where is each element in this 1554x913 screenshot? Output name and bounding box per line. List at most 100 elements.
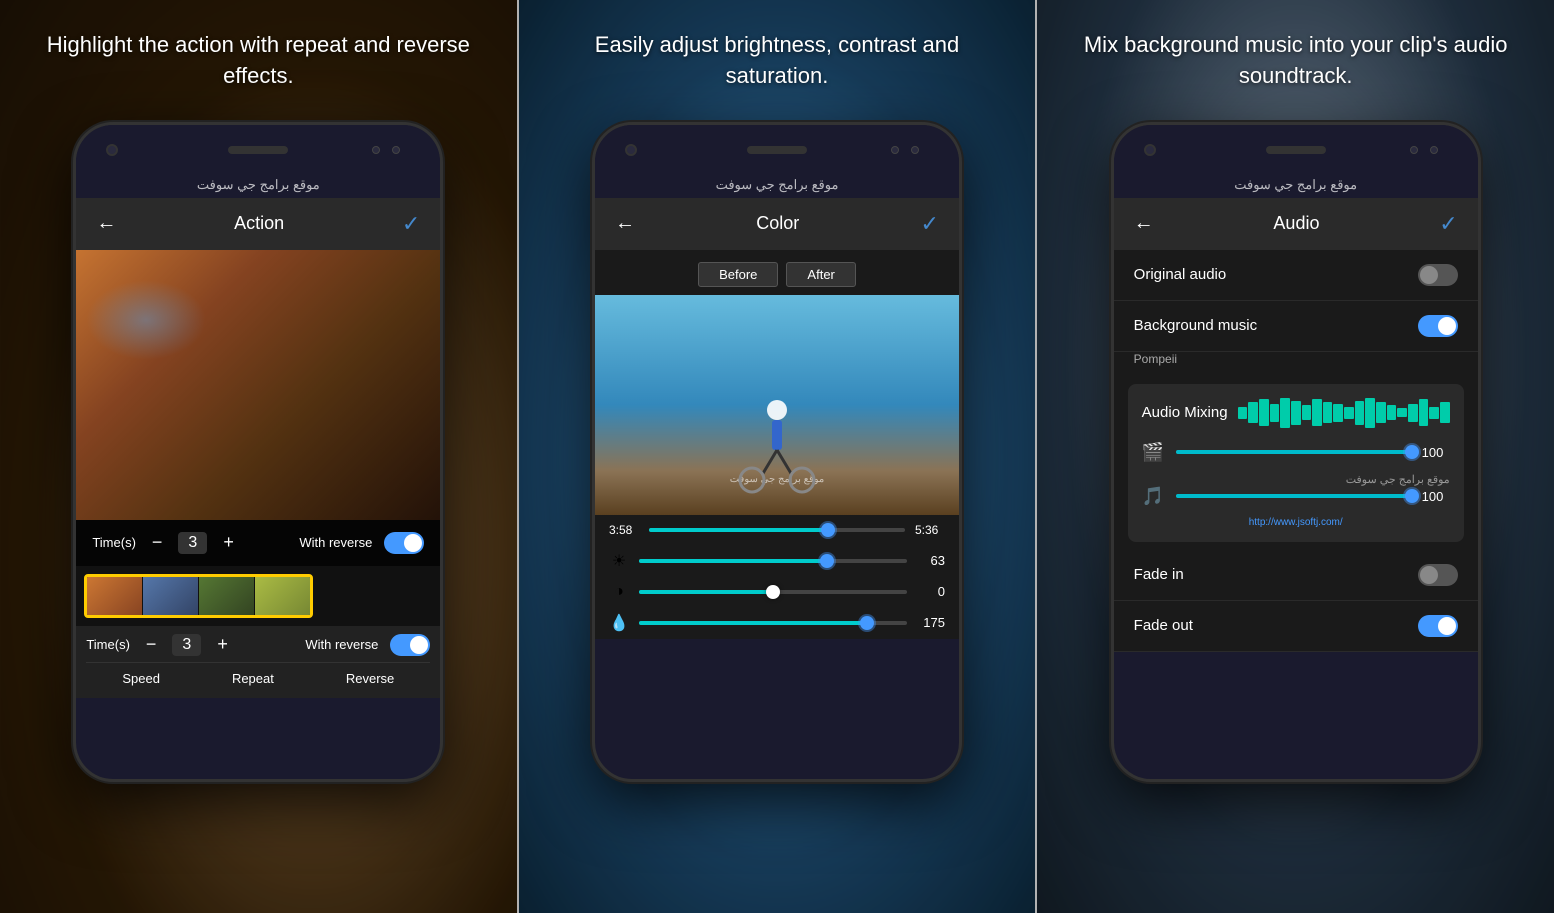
action-content: Highlight the action with repeat and rev…	[0, 0, 517, 913]
mixing-title: Audio Mixing	[1142, 404, 1228, 421]
contrast-icon: ◑	[609, 583, 629, 601]
video-mixing-icon: 🎬	[1142, 442, 1166, 463]
audio-check-button[interactable]: ✓	[1439, 211, 1457, 237]
action-thumb-1	[87, 577, 142, 615]
waveform	[1238, 398, 1450, 428]
action-phone-wrapper: موقع برامج جي سوفت ← Action ✓ Time(s) − …	[73, 112, 443, 782]
action-bottom-controls: Time(s) − 3 + With reverse Speed Repeat …	[76, 626, 440, 698]
color-time-end: 5:36	[915, 523, 945, 537]
action-thumb-3	[199, 577, 254, 615]
color-screen-body: Before After موقع برامج جي سوفت	[595, 250, 959, 639]
brightness-value: 63	[917, 553, 945, 568]
action-bottom-toggle[interactable]	[390, 634, 430, 656]
original-audio-toggle[interactable]	[1418, 264, 1458, 286]
action-phone-speaker	[228, 146, 288, 154]
background-music-label: Background music	[1134, 317, 1257, 334]
music-mixing-slider[interactable]	[1176, 494, 1412, 498]
action-bottom-row: Time(s) − 3 + With reverse	[86, 634, 430, 656]
brightness-row: ☀ 63	[595, 545, 959, 577]
action-phone-top	[76, 125, 440, 175]
action-check-button[interactable]: ✓	[402, 211, 420, 237]
action-phone-dot-left	[372, 146, 380, 154]
music-mixing-icon: 🎵	[1142, 486, 1166, 507]
color-after-button[interactable]: After	[786, 262, 855, 287]
color-phone-wrapper: موقع برامج جي سوفت ← Color ✓ Before Afte…	[592, 112, 962, 782]
arabic-watermark-card: موقع برامج جي سوفت	[1142, 473, 1450, 486]
action-minus-button[interactable]: −	[148, 532, 167, 553]
action-timeline	[76, 566, 440, 626]
color-panel: Easily adjust brightness, contrast and s…	[519, 0, 1036, 913]
brightness-slider[interactable]	[639, 559, 907, 563]
fade-in-toggle[interactable]	[1418, 564, 1458, 586]
action-time-value: 3	[178, 532, 207, 554]
color-phone: موقع برامج جي سوفت ← Color ✓ Before Afte…	[592, 122, 962, 782]
fade-in-label: Fade in	[1134, 566, 1184, 583]
audio-back-button[interactable]: ←	[1134, 212, 1154, 235]
color-back-button[interactable]: ←	[615, 212, 635, 235]
color-content: Easily adjust brightness, contrast and s…	[519, 0, 1036, 913]
saturation-slider[interactable]	[639, 621, 907, 625]
original-audio-label: Original audio	[1134, 266, 1227, 283]
action-phone: موقع برامج جي سوفت ← Action ✓ Time(s) − …	[73, 122, 443, 782]
color-title: Easily adjust brightness, contrast and s…	[519, 0, 1036, 112]
music-mixing-value: 100	[1422, 489, 1450, 504]
audio-phone-camera	[1144, 144, 1156, 156]
action-time-label: Time(s)	[92, 535, 136, 550]
color-screen-header: ← Color ✓	[595, 198, 959, 250]
action-dust-cloud	[86, 280, 206, 360]
audio-content: Mix background music into your clip's au…	[1037, 0, 1554, 913]
brightness-icon: ☀	[609, 551, 629, 571]
audio-screen-header: ← Audio ✓	[1114, 198, 1478, 250]
action-thumb-2	[143, 577, 198, 615]
color-video-area: موقع برامج جي سوفت	[595, 295, 959, 515]
audio-arabic-text: موقع برامج جي سوفت	[1114, 175, 1478, 198]
action-reverse-toggle[interactable]	[384, 532, 424, 554]
action-tab-reverse[interactable]: Reverse	[336, 667, 404, 690]
color-timeline-slider[interactable]	[649, 528, 905, 532]
url-watermark: http://www.jsoftj.com/	[1142, 517, 1450, 528]
action-back-button[interactable]: ←	[96, 212, 116, 235]
color-phone-camera	[625, 144, 637, 156]
audio-phone-top	[1114, 125, 1478, 175]
background-music-row: Background music	[1114, 301, 1478, 352]
action-tab-repeat[interactable]: Repeat	[222, 667, 284, 690]
action-reverse-label: With reverse	[299, 535, 372, 550]
color-before-button[interactable]: Before	[698, 262, 778, 287]
action-screen-header: ← Action ✓	[76, 198, 440, 250]
cyclist-icon	[717, 395, 837, 495]
color-time-start: 3:58	[609, 523, 639, 537]
action-timeline-selected	[84, 574, 313, 618]
video-mixing-value: 100	[1422, 445, 1450, 460]
fade-out-toggle[interactable]	[1418, 615, 1458, 637]
action-controls: Time(s) − 3 + With reverse	[76, 520, 440, 566]
action-phone-dot-right	[392, 146, 400, 154]
audio-phone-wrapper: موقع برامج جي سوفت ← Audio ✓ Original au…	[1111, 112, 1481, 782]
contrast-value: 0	[917, 584, 945, 599]
action-thumb-4	[255, 577, 310, 615]
contrast-slider[interactable]	[639, 590, 907, 594]
audio-screen-title: Audio	[1273, 213, 1319, 234]
action-bottom-minus[interactable]: −	[142, 634, 161, 655]
background-music-toggle[interactable]	[1418, 315, 1458, 337]
color-phone-top	[595, 125, 959, 175]
action-plus-button[interactable]: +	[219, 532, 238, 553]
action-bottom-value: 3	[172, 634, 201, 656]
color-check-button[interactable]: ✓	[921, 211, 939, 237]
action-tab-speed[interactable]: Speed	[112, 667, 170, 690]
action-arabic-text: موقع برامج جي سوفت	[76, 175, 440, 198]
color-timeline-row: 3:58 5:36	[595, 515, 959, 545]
music-mixing-row: 🎵 100	[1142, 486, 1450, 507]
original-audio-row: Original audio	[1114, 250, 1478, 301]
action-video-area	[76, 250, 440, 520]
video-mixing-slider[interactable]	[1176, 450, 1412, 454]
audio-phone: موقع برامج جي سوفت ← Audio ✓ Original au…	[1111, 122, 1481, 782]
color-screen-title: Color	[756, 213, 799, 234]
action-bottom-tabs: Speed Repeat Reverse	[86, 662, 430, 690]
audio-panel: Mix background music into your clip's au…	[1037, 0, 1554, 913]
action-panel: Highlight the action with repeat and rev…	[0, 0, 517, 913]
audio-phone-dot-left	[1410, 146, 1418, 154]
saturation-value: 175	[917, 615, 945, 630]
action-bottom-plus[interactable]: +	[213, 634, 232, 655]
audio-phone-speaker	[1266, 146, 1326, 154]
audio-phone-dot-right	[1430, 146, 1438, 154]
